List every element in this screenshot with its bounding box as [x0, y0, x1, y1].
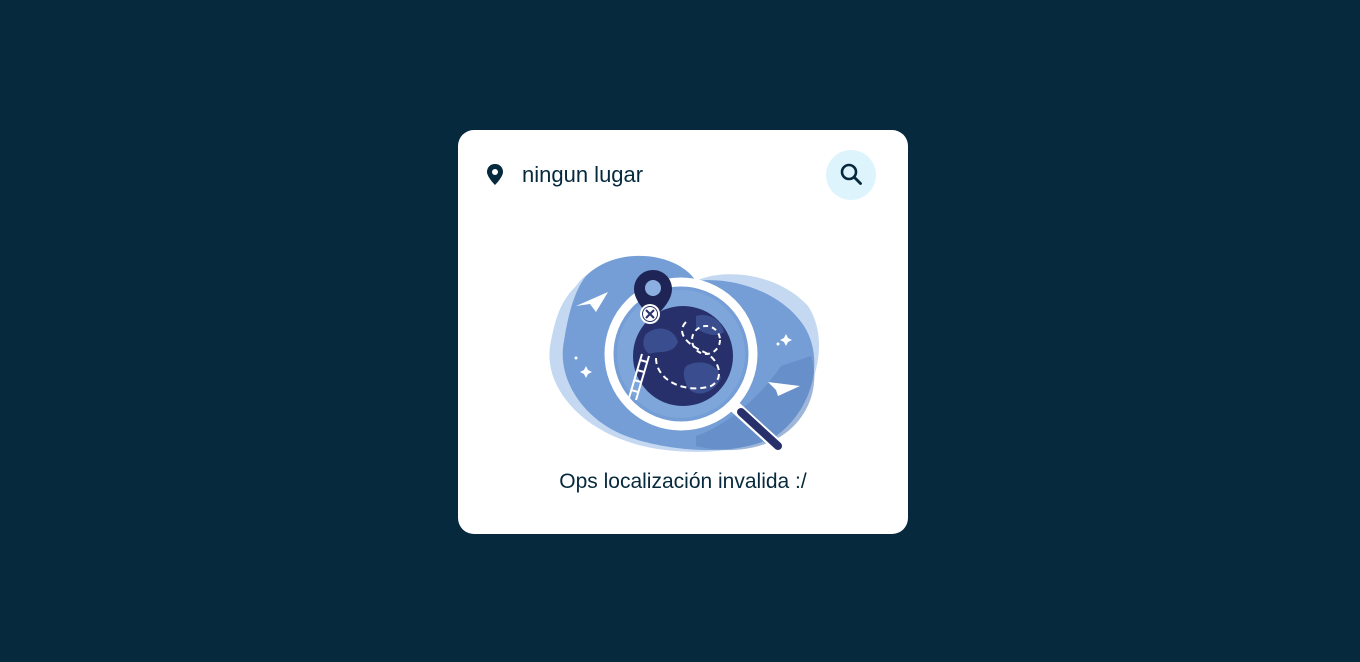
- weather-card: Ops localización invalida :/: [458, 130, 908, 534]
- search-button[interactable]: [826, 150, 876, 200]
- search-input[interactable]: [522, 155, 826, 195]
- error-message: Ops localización invalida :/: [559, 470, 807, 493]
- search-icon: [839, 162, 863, 189]
- search-bar: [486, 150, 876, 200]
- map-pin-icon: [486, 164, 504, 186]
- location-not-found-illustration: [546, 246, 826, 456]
